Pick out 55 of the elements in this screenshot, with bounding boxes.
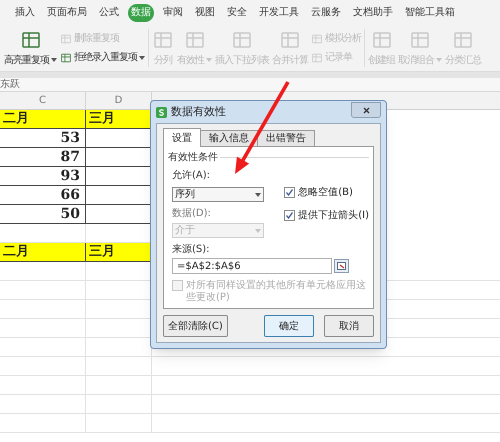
table-icon (60, 32, 72, 44)
menu-tab[interactable]: 文档助手 (350, 4, 396, 22)
field-label: 允许(A): (172, 168, 210, 183)
table-cell: 三月 (86, 243, 152, 262)
menu-tab[interactable]: 安全 (224, 4, 250, 22)
caret-icon (436, 58, 442, 62)
table-cell: 二月 (0, 243, 86, 262)
table-icon (311, 32, 323, 44)
caret-icon (206, 58, 212, 62)
grid-cell (86, 376, 152, 395)
group-title: 有效性条件 (168, 150, 218, 165)
menu-tab[interactable]: 插入 (12, 4, 38, 22)
caret-icon (255, 192, 262, 196)
dialog-tab[interactable]: 设置 (163, 128, 201, 147)
allow-dropdown[interactable]: 序列 (172, 187, 264, 202)
close-button[interactable] (351, 102, 381, 118)
dialog-button[interactable]: 全部清除(C) (163, 315, 228, 337)
field-label: 来源(S): (172, 242, 210, 257)
dialog-title: 数据有效性 (171, 104, 226, 120)
menu-tab[interactable]: 智能工具箱 (402, 4, 458, 22)
menu-tab[interactable]: 开发工具 (256, 4, 302, 22)
checkbox[interactable] (284, 210, 296, 221)
dialog-tab[interactable]: 输入信息 (200, 130, 258, 146)
grid-cell (86, 357, 152, 376)
field-label: 数据(D): (172, 207, 211, 221)
dialog-button[interactable]: 确定 (264, 315, 314, 337)
menu-tab[interactable]: 审阅 (160, 4, 186, 22)
caret-icon (51, 58, 57, 62)
checkbox[interactable] (284, 187, 296, 198)
ribbon-button[interactable]: 高亮重复项 (4, 28, 57, 68)
table-icon (311, 52, 323, 64)
range-select-button[interactable] (334, 259, 349, 273)
column-header[interactable]: C (0, 92, 86, 109)
source-field[interactable]: =$A$2:$A$6 (172, 258, 332, 274)
table-icon (60, 52, 72, 64)
table-cell: 三月 (86, 110, 152, 129)
table-cell: 二月 (0, 110, 86, 129)
menu-tab[interactable]: 公式 (96, 4, 122, 22)
checkbox-label: 提供下拉箭头(I) (298, 208, 369, 223)
dialog-button[interactable]: 取消 (324, 315, 374, 337)
grid-cell (86, 414, 152, 433)
menu-tab[interactable]: 视图 (192, 4, 218, 22)
caret-icon (139, 56, 145, 60)
dialog-tab[interactable]: 出错警告 (257, 130, 315, 146)
checkbox-label: 对所有同样设置的其他所有单元格应用这些更改(P) (186, 280, 366, 304)
checkbox-label: 忽略空值(B) (298, 186, 353, 200)
app-logo-icon (156, 106, 167, 118)
range-select-icon (337, 262, 346, 270)
formula-text: 东跃 (0, 80, 20, 90)
ribbon-button[interactable]: 拒绝录入重复项 (60, 50, 145, 65)
menu-tab[interactable]: 页面布局 (44, 4, 90, 22)
caret-icon (255, 228, 262, 232)
grid-cell (86, 395, 152, 414)
close-icon (362, 106, 370, 114)
menu-tab[interactable]: 云服务 (308, 4, 344, 22)
